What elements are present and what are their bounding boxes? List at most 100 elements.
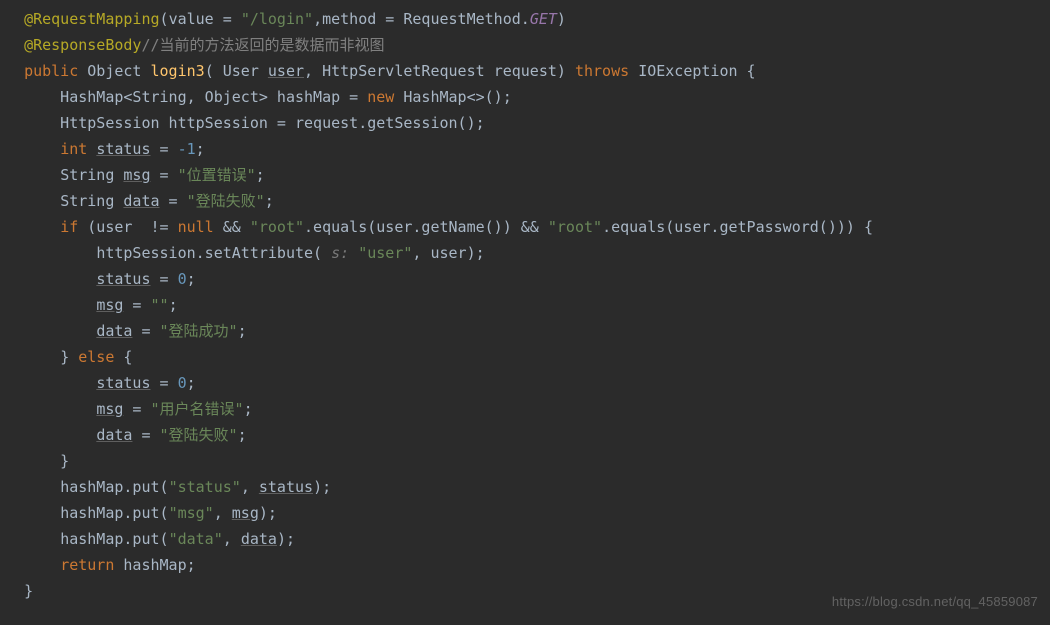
punct: ; bbox=[256, 166, 265, 184]
punct: , bbox=[223, 530, 241, 548]
punct: ( bbox=[160, 10, 169, 28]
number: 0 bbox=[178, 270, 187, 288]
variable: data bbox=[96, 322, 132, 340]
punct: ; bbox=[196, 140, 205, 158]
punct: } bbox=[24, 452, 69, 470]
code-text: hashMap; bbox=[114, 556, 195, 574]
punct: { bbox=[114, 348, 132, 366]
keyword: return bbox=[60, 556, 114, 574]
variable: msg bbox=[123, 166, 150, 184]
indent bbox=[24, 192, 60, 210]
indent bbox=[24, 244, 96, 262]
code-text: hashMap.put( bbox=[60, 504, 168, 522]
string: "登陆失败" bbox=[187, 192, 265, 210]
param: request bbox=[494, 62, 557, 80]
string: "登陆成功" bbox=[160, 322, 238, 340]
code-text: .equals(user.getName()) && bbox=[304, 218, 548, 236]
op: = bbox=[151, 166, 178, 184]
number: 0 bbox=[178, 374, 187, 392]
variable: status bbox=[96, 374, 150, 392]
type: Object bbox=[87, 62, 150, 80]
punct: ); bbox=[277, 530, 295, 548]
punct: ) bbox=[557, 10, 566, 28]
punct: { bbox=[738, 62, 756, 80]
variable: status bbox=[259, 478, 313, 496]
code-text: httpSession.setAttribute( bbox=[96, 244, 331, 262]
string: "登陆失败" bbox=[160, 426, 238, 444]
indent bbox=[24, 556, 60, 574]
constant: GET bbox=[530, 10, 557, 28]
code-text: HashMap<String, Object> hashMap = bbox=[24, 88, 367, 106]
inlay-hint: s: bbox=[331, 244, 358, 262]
punct: ; bbox=[238, 426, 247, 444]
param: user bbox=[268, 62, 304, 80]
type: String bbox=[60, 192, 123, 210]
annotation: @ResponseBody bbox=[24, 36, 141, 54]
variable: msg bbox=[232, 504, 259, 522]
keyword: throws bbox=[575, 62, 629, 80]
op: = bbox=[160, 192, 187, 210]
string: "/login" bbox=[241, 10, 313, 28]
code-text: (user != bbox=[78, 218, 177, 236]
string: "msg" bbox=[169, 504, 214, 522]
op: && bbox=[214, 218, 250, 236]
type: String bbox=[60, 166, 123, 184]
string: "用户名错误" bbox=[151, 400, 244, 418]
op: = bbox=[151, 140, 178, 158]
keyword: null bbox=[178, 218, 214, 236]
keyword: if bbox=[60, 218, 78, 236]
space bbox=[87, 140, 96, 158]
punct: , bbox=[214, 504, 232, 522]
code-text: hashMap.put( bbox=[60, 530, 168, 548]
indent bbox=[24, 296, 96, 314]
indent bbox=[24, 218, 60, 236]
space bbox=[629, 62, 638, 80]
code-block: @RequestMapping(value = "/login",method … bbox=[0, 0, 1050, 614]
op: = bbox=[132, 426, 159, 444]
punct: ; bbox=[265, 192, 274, 210]
punct: ; bbox=[238, 322, 247, 340]
code-text: , user); bbox=[412, 244, 484, 262]
keyword: new bbox=[367, 88, 394, 106]
indent bbox=[24, 166, 60, 184]
punct: } bbox=[24, 582, 33, 600]
indent bbox=[24, 348, 60, 366]
indent bbox=[24, 400, 96, 418]
signature: ) bbox=[557, 62, 575, 80]
indent bbox=[24, 504, 60, 522]
variable: data bbox=[123, 192, 159, 210]
method-name: login3 bbox=[151, 62, 205, 80]
string: "root" bbox=[250, 218, 304, 236]
variable: status bbox=[96, 140, 150, 158]
string: "user" bbox=[358, 244, 412, 262]
op: = bbox=[151, 374, 178, 392]
indent bbox=[24, 140, 60, 158]
punct: ; bbox=[187, 374, 196, 392]
indent bbox=[24, 322, 96, 340]
code-text: hashMap.put( bbox=[60, 478, 168, 496]
variable: status bbox=[96, 270, 150, 288]
string: "root" bbox=[548, 218, 602, 236]
variable: msg bbox=[96, 400, 123, 418]
variable: data bbox=[241, 530, 277, 548]
string: "位置错误" bbox=[178, 166, 256, 184]
indent bbox=[24, 270, 96, 288]
punct: ; bbox=[187, 270, 196, 288]
signature: ( User bbox=[205, 62, 268, 80]
exception: IOException bbox=[638, 62, 737, 80]
punct: , bbox=[241, 478, 259, 496]
punct: ); bbox=[313, 478, 331, 496]
string: "status" bbox=[169, 478, 241, 496]
punct: ; bbox=[244, 400, 253, 418]
class-ref: RequestMethod. bbox=[403, 10, 529, 28]
string: "data" bbox=[169, 530, 223, 548]
variable: data bbox=[96, 426, 132, 444]
keyword: public bbox=[24, 62, 78, 80]
keyword: else bbox=[78, 348, 114, 366]
code-text: HttpSession httpSession = request.getSes… bbox=[24, 114, 485, 132]
op: = bbox=[123, 296, 150, 314]
variable: msg bbox=[96, 296, 123, 314]
annotation: @RequestMapping bbox=[24, 10, 159, 28]
space bbox=[78, 62, 87, 80]
string: "" bbox=[151, 296, 169, 314]
